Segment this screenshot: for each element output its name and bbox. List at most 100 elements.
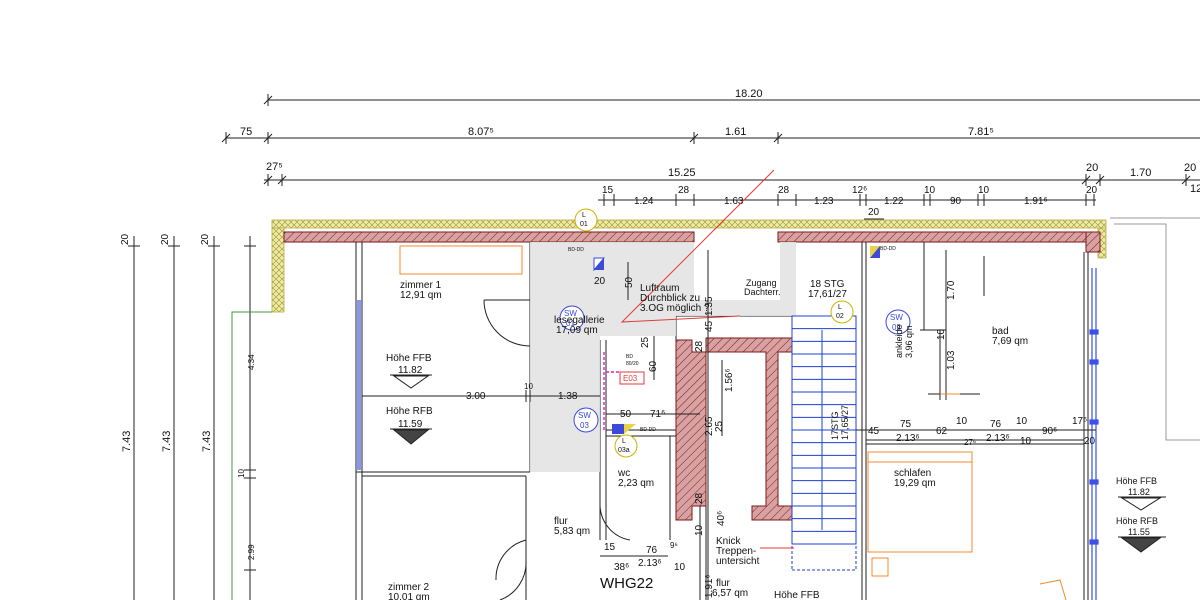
dim-275: 27⁵ — [266, 161, 283, 173]
svg-text:28: 28 — [694, 492, 705, 504]
svg-text:11.82: 11.82 — [1128, 487, 1150, 497]
svg-text:03a: 03a — [618, 447, 630, 454]
lesegallerie-zone — [530, 242, 796, 472]
svg-text:3.OG möglich ?: 3.OG möglich ? — [640, 303, 710, 314]
svg-text:17⁶: 17⁶ — [1072, 416, 1087, 427]
svg-text:untersicht: untersicht — [716, 556, 760, 567]
svg-text:1.91⁶: 1.91⁶ — [704, 574, 715, 598]
dim-left-743b: 7.43 — [161, 431, 173, 452]
dim-12: 12 — [1190, 183, 1200, 195]
svg-text:15: 15 — [604, 542, 616, 553]
svg-text:20: 20 — [594, 276, 606, 287]
staircase — [791, 315, 857, 571]
svg-text:5,83 qm: 5,83 qm — [554, 526, 590, 537]
dim-r4-90: 90 — [950, 196, 962, 207]
svg-text:10: 10 — [1020, 436, 1032, 447]
svg-text:62: 62 — [936, 426, 948, 437]
dim-r4-191: 1.91⁶ — [1024, 196, 1048, 207]
svg-text:2.13⁶: 2.13⁶ — [986, 433, 1010, 444]
dim-75: 75 — [240, 126, 252, 138]
svg-text:7,69 qm: 7,69 qm — [992, 336, 1028, 347]
svg-text:WHG22: WHG22 — [600, 575, 653, 592]
dim-r4-163: 1.63 — [724, 196, 744, 207]
svg-text:17,09 qm: 17,09 qm — [556, 325, 598, 336]
svg-text:50: 50 — [624, 276, 635, 288]
svg-text:19,29 qm: 19,29 qm — [894, 478, 936, 489]
room-zugang: Zugang Dachterr. — [744, 278, 781, 297]
svg-text:25: 25 — [640, 336, 651, 348]
room-flur-2: flur 6,57 qm — [712, 578, 748, 599]
svg-text:11.82: 11.82 — [398, 365, 423, 376]
dim-overall: 18.20 — [735, 88, 763, 100]
dimension-chain-row3: 27⁵ 15.25 20 1.70 20 12 — [263, 161, 1200, 195]
svg-text:Höhe RFB: Höhe RFB — [386, 406, 433, 417]
level-ffb-right: Höhe FFB 11.82 — [1116, 476, 1166, 511]
dimension-chain-overall: 18.20 — [263, 88, 1200, 106]
svg-text:17STG: 17STG — [830, 411, 840, 440]
svg-text:3.00: 3.00 — [466, 391, 486, 402]
svg-text:10: 10 — [674, 562, 686, 573]
svg-text:20: 20 — [1084, 436, 1096, 447]
unit-label: WHG22 — [600, 575, 653, 592]
right-outline — [1110, 217, 1200, 441]
left-windows — [357, 300, 361, 470]
svg-text:1.35: 1.35 — [704, 296, 715, 316]
svg-text:Höhe RFB: Höhe RFB — [1116, 516, 1158, 526]
dim-r4-123: 1.23 — [814, 196, 834, 207]
room-ankleide: ankleide 3,96 qm — [894, 324, 914, 358]
right-mid-dimension-line: 45 75 2.13⁶ 62 10 27⁶ 76 2.13⁶ 10 10 90⁶… — [856, 416, 1096, 447]
level-ffb-left: Höhe FFB 11.82 — [386, 353, 432, 389]
svg-text:3,96 qm: 3,96 qm — [904, 325, 914, 358]
shaft-walls — [675, 337, 793, 521]
svg-text:45: 45 — [868, 426, 880, 437]
level-rfb-left: Höhe RFB 11.59 — [386, 406, 433, 445]
left-vertical-dimensions — [128, 236, 256, 600]
svg-text:6,57 qm: 6,57 qm — [712, 588, 748, 599]
svg-text:1.56⁶: 1.56⁶ — [724, 368, 735, 392]
svg-text:Höhe FFB: Höhe FFB — [1116, 476, 1157, 486]
room-lesegallerie: lesegallerie 17,09 qm — [554, 315, 605, 336]
svg-text:10: 10 — [524, 382, 533, 391]
dim-left-20b: 20 — [160, 233, 171, 245]
dim-left-20a: 20 — [120, 233, 131, 245]
dim-left-434: 4.34 — [247, 354, 256, 370]
dim-20a: 20 — [1086, 162, 1098, 174]
svg-text:1.70: 1.70 — [946, 280, 957, 300]
svg-text:76: 76 — [990, 419, 1002, 430]
svg-text:1.38: 1.38 — [558, 391, 578, 402]
room-flur-1: flur 5,83 qm — [554, 516, 590, 537]
svg-text:80/20: 80/20 — [626, 361, 639, 367]
svg-text:40⁶: 40⁶ — [716, 511, 727, 526]
dim-r4-122: 1.22 — [884, 196, 904, 207]
dim-left-20c: 20 — [200, 233, 211, 245]
svg-text:BD-DD: BD-DD — [568, 247, 584, 253]
svg-text:17,61/27: 17,61/27 — [808, 289, 847, 300]
svg-text:2.13⁶: 2.13⁶ — [638, 558, 662, 569]
room-18stg: 18 STG 17,61/27 — [808, 279, 847, 300]
dimension-chain-row4: 15 1.24 28 1.63 28 1.23 12⁶ 1.22 10 90 1… — [598, 185, 1098, 220]
dim-r4-20-below: 20 — [868, 207, 880, 218]
svg-text:L: L — [622, 438, 626, 445]
dim-r4-28b: 28 — [778, 185, 790, 196]
room-zimmer-2: zimmer 2 10,01 qm — [388, 582, 430, 600]
room-wc: wc 2,23 qm — [617, 468, 654, 489]
svg-text:10: 10 — [956, 416, 968, 427]
svg-text:50: 50 — [620, 409, 632, 420]
svg-text:9⁶: 9⁶ — [670, 541, 678, 550]
dim-r4-124: 1.24 — [634, 196, 654, 207]
floor-plan-drawing: 18.20 75 8.07⁵ 1.61 7.81⁵ 27⁵ 15.25 20 1… — [120, 88, 1200, 600]
left-vertical-labels: 20 20 20 7.43 7.43 7.43 4.34 10 2.99 — [120, 233, 256, 560]
svg-text:27⁶: 27⁶ — [964, 438, 976, 447]
svg-text:11.55: 11.55 — [1128, 527, 1150, 537]
svg-text:10: 10 — [936, 328, 947, 340]
svg-text:03: 03 — [580, 421, 589, 430]
dim-left-10: 10 — [237, 469, 246, 478]
svg-text:02: 02 — [836, 313, 844, 320]
dim-r4-15: 15 — [602, 185, 614, 196]
svg-text:60: 60 — [648, 360, 659, 372]
level-rfb-right: Höhe RFB 11.55 — [1116, 516, 1166, 553]
tag-e03: E03 — [619, 371, 645, 385]
svg-text:38⁶: 38⁶ — [614, 562, 629, 573]
svg-text:75: 75 — [900, 419, 912, 430]
room-luftraum: Luftraum Durchblick zu 3.OG möglich ? — [640, 283, 710, 314]
